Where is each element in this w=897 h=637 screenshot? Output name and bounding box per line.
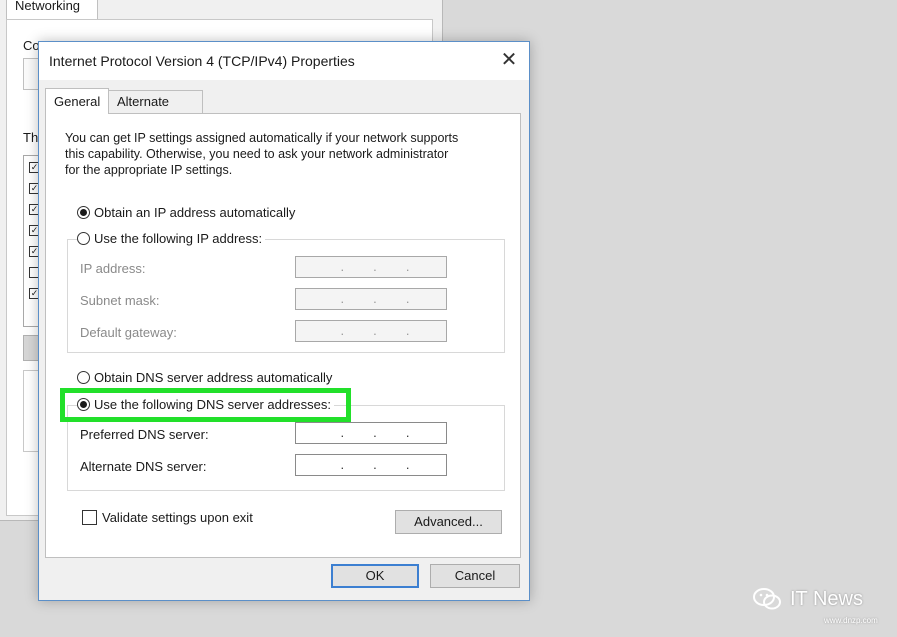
tab-general[interactable]: General xyxy=(45,88,110,114)
title-bar[interactable]: Internet Protocol Version 4 (TCP/IPv4) P… xyxy=(39,42,529,80)
this-connection-label: Th xyxy=(23,130,39,145)
obtain-ip-auto-option[interactable]: Obtain an IP address automatically xyxy=(77,205,295,220)
validate-settings-checkbox[interactable] xyxy=(82,510,97,525)
close-button[interactable]: ✕ xyxy=(495,48,523,74)
obtain-dns-auto-option[interactable]: Obtain DNS server address automatically xyxy=(77,370,332,385)
alternate-dns-input[interactable]: ... xyxy=(295,454,447,476)
default-gateway-input[interactable]: ... xyxy=(295,320,447,342)
general-tab-panel: You can get IP settings assigned automat… xyxy=(45,113,521,558)
advanced-button[interactable]: Advanced... xyxy=(395,510,502,534)
watermark-site: www.dnzp.com xyxy=(824,616,878,625)
preferred-dns-label: Preferred DNS server: xyxy=(80,427,209,442)
alternate-dns-label: Alternate DNS server: xyxy=(80,459,207,474)
use-following-ip-radio[interactable] xyxy=(77,232,90,245)
tab-networking[interactable]: Networking xyxy=(6,0,98,21)
wechat-icon xyxy=(753,588,781,610)
subnet-mask-input[interactable]: ... xyxy=(295,288,447,310)
adapter-icon xyxy=(23,58,39,90)
watermark: IT News www.dnzp.com xyxy=(752,582,892,632)
close-icon: ✕ xyxy=(500,49,518,71)
intro-text: You can get IP settings assigned automat… xyxy=(65,131,459,177)
dialog-title: Internet Protocol Version 4 (TCP/IPv4) P… xyxy=(49,53,355,69)
subnet-mask-label: Subnet mask: xyxy=(80,293,160,308)
cancel-button[interactable]: Cancel xyxy=(430,564,520,588)
tab-alternate-configuration[interactable]: Alternate Configuration xyxy=(108,90,204,131)
default-gateway-label: Default gateway: xyxy=(80,325,177,340)
validate-settings-option[interactable]: Validate settings upon exit xyxy=(82,510,253,525)
obtain-ip-auto-radio[interactable] xyxy=(77,206,90,219)
ip-address-input[interactable]: ... xyxy=(295,256,447,278)
use-following-ip-option[interactable]: Use the following IP address: xyxy=(77,231,266,246)
ipv4-properties-dialog: Internet Protocol Version 4 (TCP/IPv4) P… xyxy=(38,41,530,601)
dns-option-highlight xyxy=(60,388,351,422)
obtain-dns-auto-radio[interactable] xyxy=(77,371,90,384)
ok-button[interactable]: OK xyxy=(331,564,419,588)
ip-address-label: IP address: xyxy=(80,261,146,276)
watermark-text: IT News xyxy=(790,588,863,610)
preferred-dns-input[interactable]: ... xyxy=(295,422,447,444)
